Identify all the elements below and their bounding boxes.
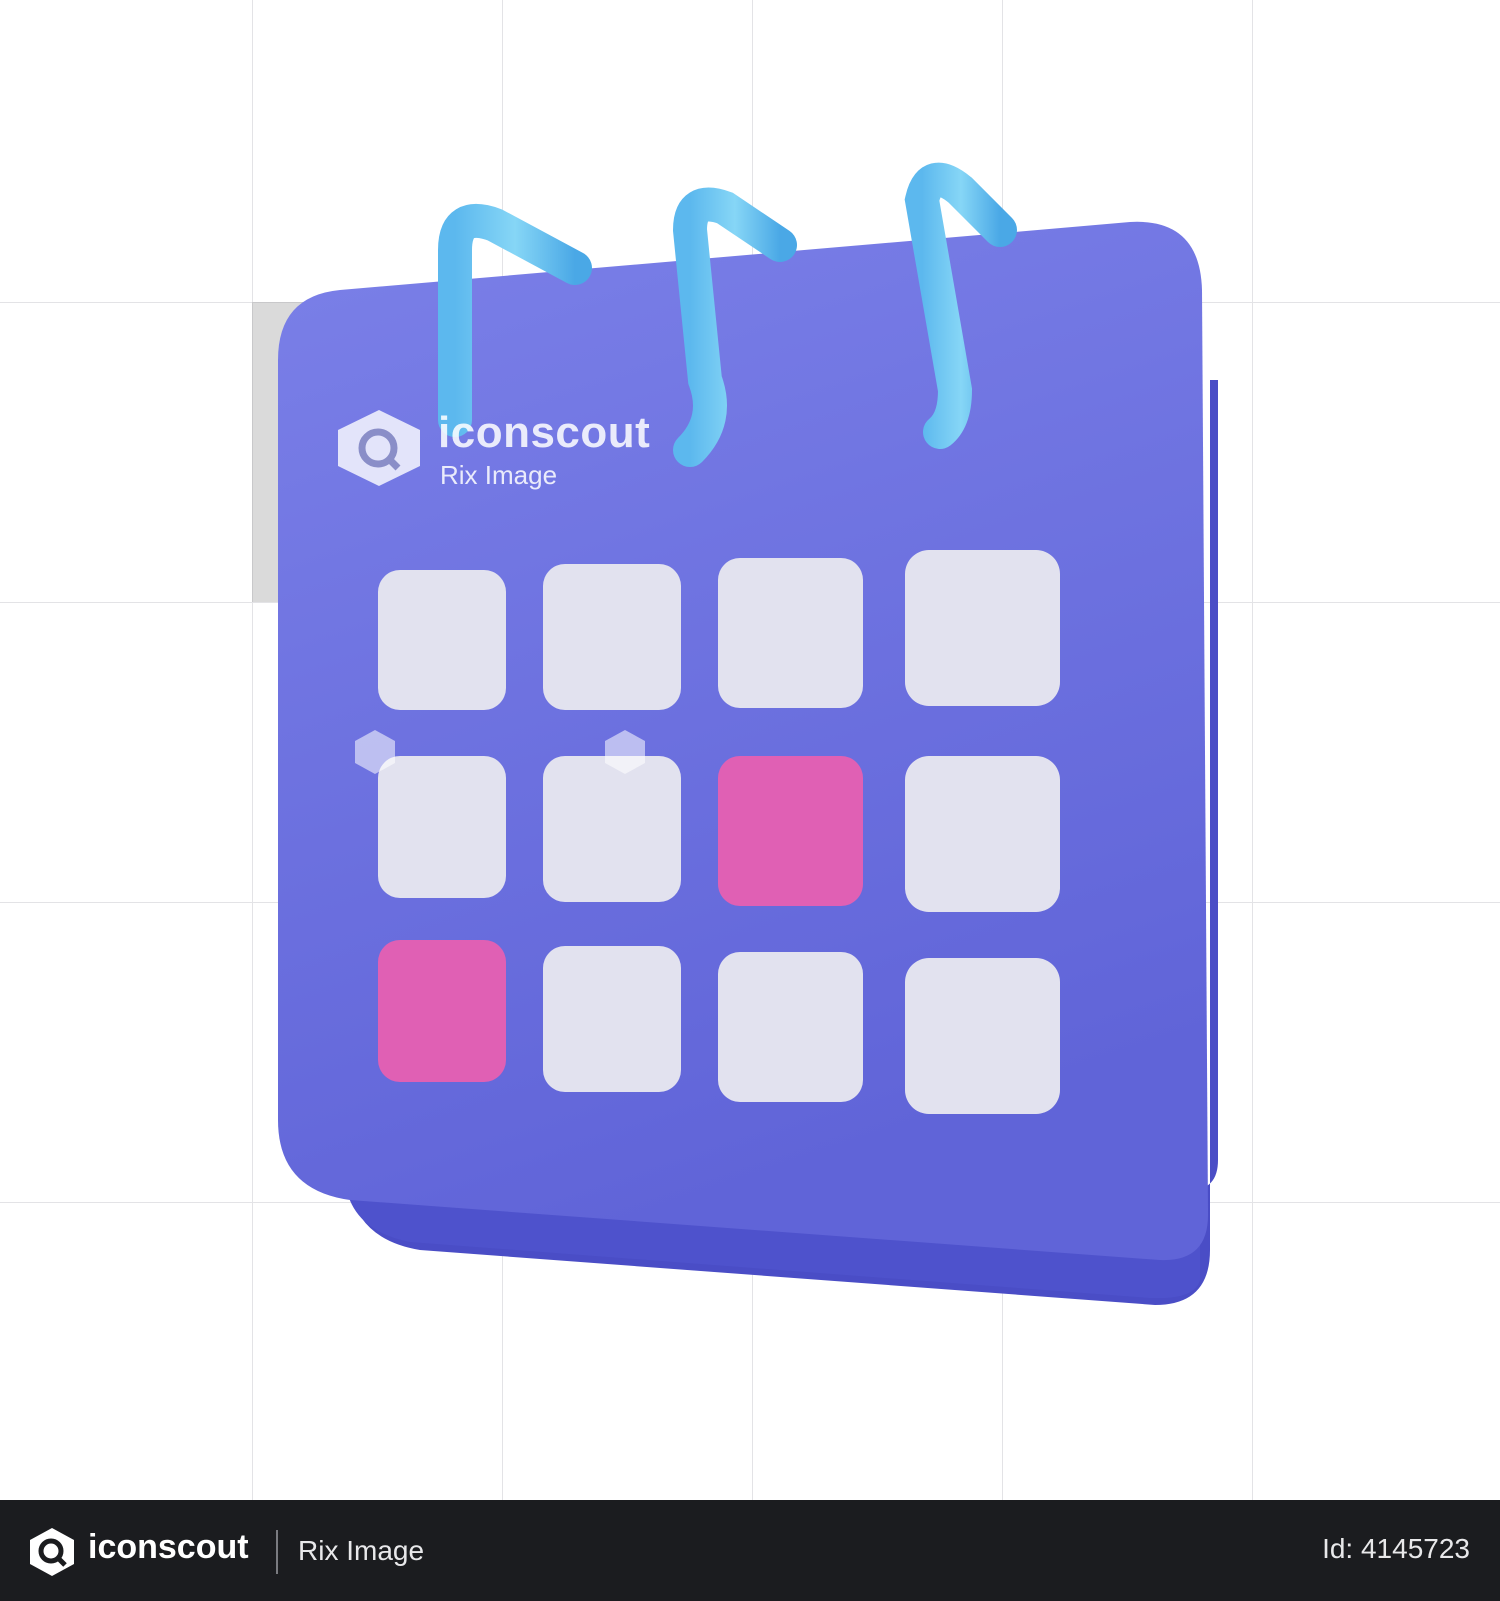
iconscout-logo-icon: [338, 410, 420, 486]
footer-bar: iconscout Rix Image Id: 4145723: [0, 1500, 1500, 1601]
footer-brand: iconscout: [88, 1528, 249, 1566]
calendar-tile-grid: [378, 550, 1060, 1114]
asset-id: Id: 4145723: [1322, 1533, 1470, 1564]
footer-divider: [276, 1530, 278, 1574]
watermark-brand: iconscout: [438, 408, 651, 457]
iconscout-logo-icon: [30, 1528, 74, 1576]
highlighted-day-tile: [378, 940, 506, 1082]
highlighted-day-tile: [718, 756, 863, 906]
footer-subtitle: Rix Image: [298, 1535, 425, 1566]
watermark-subtitle: Rix Image: [440, 460, 558, 490]
image-stage: iconscout Rix Image: [0, 0, 1500, 1500]
calendar-body: [278, 221, 1208, 1261]
calendar-icon: [278, 162, 1218, 1305]
